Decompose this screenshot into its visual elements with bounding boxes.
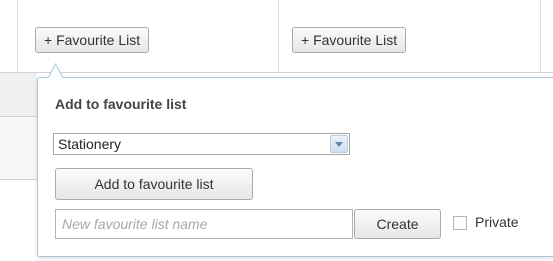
popup-title: Add to favourite list (55, 96, 187, 112)
row-divider (0, 179, 37, 180)
add-favourite-list-button[interactable]: + Favourite List (35, 27, 150, 53)
new-favourite-list-name-input[interactable] (55, 209, 353, 239)
add-favourite-list-button[interactable]: + Favourite List (292, 27, 407, 53)
row-divider (0, 72, 553, 73)
private-label: Private (475, 214, 519, 230)
table-row (0, 117, 37, 179)
column-divider (17, 0, 18, 72)
select-value: Stationery (58, 136, 122, 152)
add-to-favourite-list-button[interactable]: Add to favourite list (55, 168, 253, 200)
create-button[interactable]: Create (354, 209, 441, 239)
chevron-down-icon[interactable] (330, 135, 348, 153)
add-to-favourite-popup: Add to favourite list Stationery Add to … (37, 77, 553, 257)
popup-pointer (48, 63, 63, 78)
column-divider (540, 0, 541, 72)
private-checkbox[interactable] (453, 216, 467, 230)
column-divider (278, 0, 279, 72)
table-row (0, 73, 37, 116)
favourite-list-select[interactable]: Stationery (53, 133, 350, 155)
